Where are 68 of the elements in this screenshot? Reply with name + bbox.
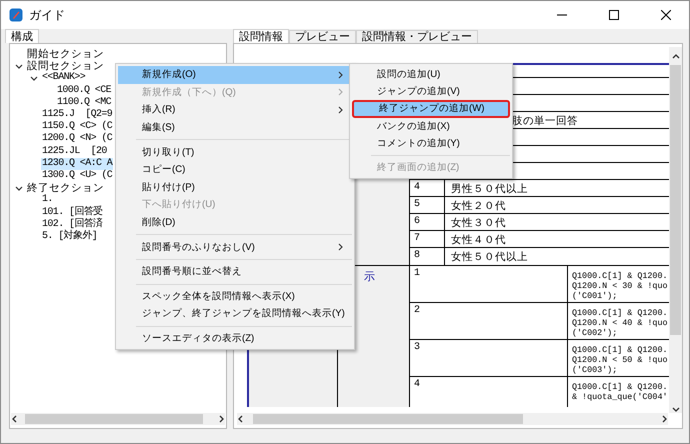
tree-item[interactable]: 1125.J [Q2=9 — [41, 109, 114, 122]
menu-item[interactable]: ジャンプの追加(V) — [352, 83, 510, 100]
horizontal-scrollbar[interactable] — [237, 413, 668, 425]
table-cell-text: 女性３０代 — [450, 216, 507, 230]
tree-item[interactable]: 1225.JL [20 — [41, 146, 108, 158]
table-cell-text: 女性２０代 — [450, 199, 507, 213]
tree-item[interactable]: 1. — [41, 194, 54, 206]
table-cell-text: 女性５０代以上 — [450, 250, 529, 265]
table-cell: 1 — [410, 266, 568, 302]
tree-item[interactable]: 1150.Q <C> (C — [41, 121, 114, 134]
code-cell-text: Q1000.C[1] & Q1200. Q1200.N < 50 & !quo ('C003'); — [571, 344, 668, 376]
table-cell: 4 — [410, 180, 445, 196]
code-cell-text: Q1000.C[1] & Q1200. & !quota_que('C004' — [571, 381, 668, 404]
tree-item[interactable]: 設問セクション — [26, 60, 105, 72]
menu-item[interactable]: 設問番号のふりなおし(V) — [118, 238, 352, 256]
table-cell: 8 — [410, 248, 445, 265]
scroll-down-icon[interactable] — [672, 405, 680, 413]
tab[interactable]: 設問情報・プレビュー — [356, 30, 478, 43]
tab[interactable]: 設問情報 — [233, 29, 289, 43]
table-cell-text: 男性５０代以上 — [450, 182, 529, 196]
scroll-left-icon[interactable] — [11, 415, 19, 423]
menu-item[interactable]: 挿入(R) — [118, 101, 352, 119]
menu-item[interactable]: 終了ジャンプの追加(W) — [352, 100, 510, 118]
menu-item[interactable]: コピー(C) — [118, 160, 352, 179]
vertical-scrollbar[interactable] — [669, 47, 682, 413]
table-cell: 2 — [410, 303, 568, 339]
tree-item[interactable]: 開始セクション — [26, 48, 105, 60]
tree-item[interactable]: 1100.Q <MC — [56, 96, 112, 109]
app-icon — [9, 8, 23, 22]
menu-item[interactable]: ジャンプ、終了ジャンプを設問情報へ表示(Y) — [118, 305, 352, 323]
menu-item[interactable]: コメントの追加(Y) — [352, 134, 510, 152]
tree-item[interactable]: 1230.Q <A:C A — [41, 158, 114, 170]
maximize-icon — [609, 10, 619, 20]
tree-item[interactable]: 1000.Q <CE — [56, 84, 112, 97]
tree-item[interactable]: 101. [回答受 — [41, 206, 104, 219]
window-title: ガイド — [29, 6, 66, 24]
menu-item[interactable]: ソースエディタの表示(Z) — [118, 330, 352, 348]
menu-item[interactable]: 編集(S) — [118, 118, 352, 136]
tree-item[interactable]: 終了セクション — [26, 182, 105, 194]
menu-item[interactable]: 新規作成(O) — [118, 66, 352, 84]
tab[interactable]: 構成 — [5, 29, 39, 43]
tree-item[interactable]: 1300.Q <U> (C — [41, 170, 114, 182]
table-cell: 7 — [410, 231, 445, 247]
scroll-left-icon[interactable] — [237, 415, 245, 423]
tree-item[interactable]: 5. [対象外] — [41, 230, 98, 243]
tab[interactable]: プレビュー — [289, 30, 356, 43]
tree-item[interactable]: 1200.Q <N> (C — [41, 133, 114, 146]
menu-item[interactable]: 設問番号順に並べ替え — [118, 262, 352, 281]
code-cell-text: Q1000.C[1] & Q1200. Q1200.N < 30 & !quo ('C001'); — [571, 270, 668, 302]
menu-item[interactable]: 設問の追加(U) — [352, 66, 510, 84]
scroll-right-icon[interactable] — [660, 415, 668, 423]
menu-item[interactable]: 貼り付け(P) — [118, 178, 352, 196]
row-label: 示 — [364, 271, 375, 283]
table-cell: 6 — [410, 214, 445, 230]
close-icon — [661, 10, 671, 20]
code-cell-text: Q1000.C[1] & Q1200. Q1200.N < 40 & !quo ('C002'); — [571, 307, 668, 339]
menu-item[interactable]: 切り取り(T) — [118, 143, 352, 161]
menu-item[interactable]: バンクの追加(X) — [352, 118, 510, 135]
tree-item[interactable]: <<BANK>> — [41, 72, 86, 84]
menu-item[interactable]: スペック全体を設問情報へ表示(X) — [118, 288, 352, 306]
tree-item[interactable]: 102. [回答済 — [41, 218, 104, 231]
scroll-right-icon[interactable] — [217, 415, 225, 423]
menu-item[interactable]: 削除(D) — [118, 214, 352, 232]
scroll-up-icon[interactable] — [672, 53, 680, 61]
table-cell-text: 女性４０代 — [450, 233, 507, 247]
table-cell: 5 — [410, 197, 445, 213]
horizontal-scrollbar[interactable] — [11, 413, 225, 425]
table-cell: 3 — [410, 340, 568, 376]
